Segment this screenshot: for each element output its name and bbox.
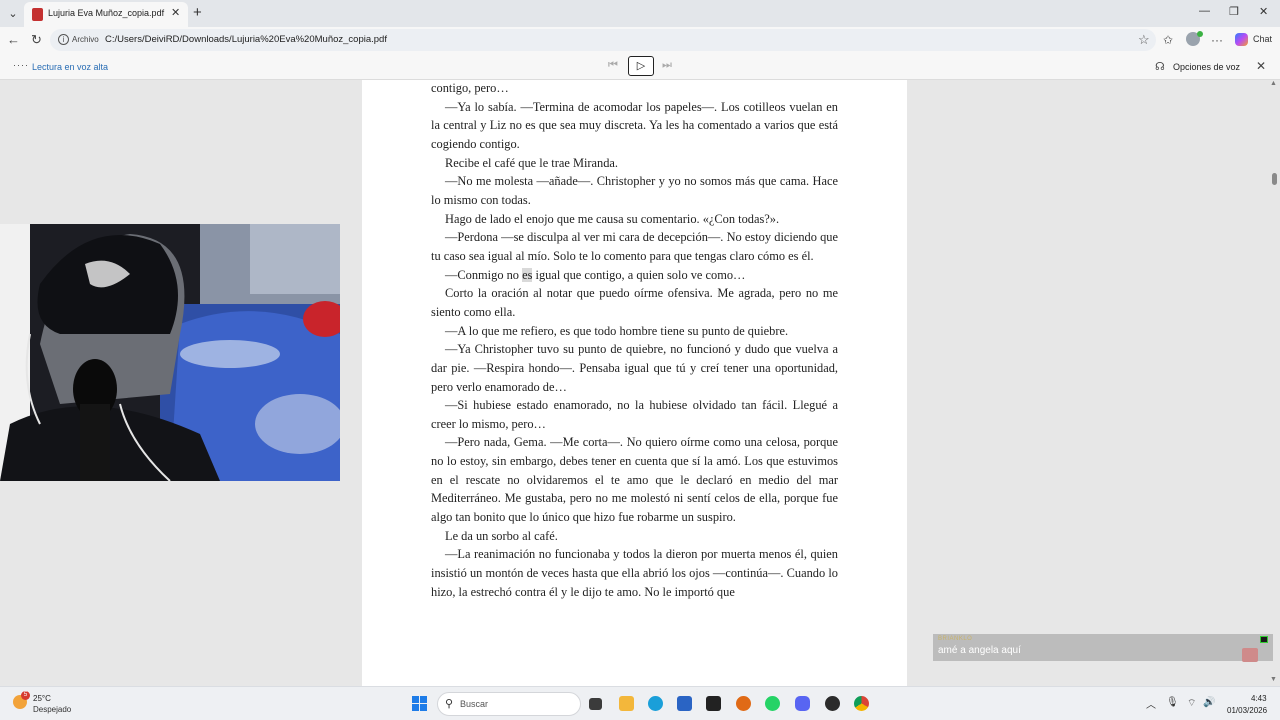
- scrollbar-thumb[interactable]: [1272, 173, 1277, 185]
- new-tab-plus-icon[interactable]: +: [193, 4, 202, 21]
- paragraph: Hago de lado el enojo que me causa su co…: [445, 211, 780, 226]
- weather-temperature[interactable]: 25°C: [33, 694, 51, 703]
- window-close-icon[interactable]: ✕: [1259, 5, 1268, 18]
- more-menu-icon[interactable]: ···: [1211, 33, 1223, 47]
- copilot-icon[interactable]: [1235, 33, 1248, 46]
- paragraph: contigo, pero…: [431, 81, 509, 95]
- paragraph: —A lo que me refiero, es que todo hombre…: [445, 323, 789, 338]
- paragraph: Corto la oración al notar que puedo oírm…: [431, 286, 838, 319]
- file-explorer-icon[interactable]: [619, 696, 634, 711]
- refresh-icon[interactable]: ↻: [31, 32, 42, 48]
- webcam-image: [0, 224, 340, 481]
- edge-icon[interactable]: [648, 696, 663, 711]
- voice-options-button[interactable]: Opciones de voz: [1173, 62, 1240, 72]
- profile-status-dot: [1197, 31, 1203, 37]
- store-icon[interactable]: [677, 696, 692, 711]
- play-button[interactable]: ▷: [628, 56, 654, 76]
- taskbar-search[interactable]: ⚲ Buscar: [437, 692, 581, 716]
- scheme-label: Archivo: [72, 35, 99, 44]
- clock-date[interactable]: 01/03/2026: [1227, 706, 1267, 715]
- minimize-icon[interactable]: —: [1199, 5, 1210, 17]
- paragraph: Recibe el café que le trae Miranda.: [445, 155, 619, 170]
- chat-username: BRIANKLO: [938, 636, 973, 642]
- voice-options-icon[interactable]: ☊: [1155, 60, 1165, 73]
- pdf-page: contigo, pero… —Ya lo sabía. —Termina de…: [362, 80, 907, 686]
- browser-tab[interactable]: Lujuria Eva Muñoz_copia.pdf ✕: [24, 2, 188, 27]
- favorite-star-icon[interactable]: ☆: [1138, 32, 1150, 48]
- clock-time[interactable]: 4:43: [1251, 694, 1267, 703]
- microphone-icon[interactable]: 🎙: [1166, 697, 1179, 708]
- search-icon: ⚲: [445, 698, 454, 710]
- restore-icon[interactable]: ❐: [1229, 5, 1239, 18]
- paragraph: —Perdona —se disculpa al ver mi cara de …: [431, 230, 838, 263]
- paragraph: —Si hubiese estado enamorado, no la hubi…: [431, 398, 838, 431]
- read-aloud-menu-icon[interactable]: ····: [13, 60, 29, 70]
- scroll-down-arrow-icon[interactable]: ▼: [1270, 676, 1277, 683]
- tray-overflow-chevron-icon[interactable]: ︿: [1146, 696, 1156, 711]
- text-after-highlight: igual que contigo, a quien solo ve como…: [532, 267, 746, 282]
- read-aloud-bar: ···· Lectura en voz alta ⏮ ▷ ⏭ ☊ Opcione…: [0, 53, 1280, 80]
- tab-actions-chevron-icon[interactable]: ⌄: [4, 5, 22, 23]
- next-paragraph-icon[interactable]: ⏭: [662, 59, 672, 72]
- volume-icon[interactable]: 🔊: [1203, 697, 1215, 708]
- pdf-icon: [32, 8, 43, 21]
- favorites-icon[interactable]: ✩: [1163, 33, 1173, 47]
- paragraph: —Pero nada, Gema. —Me corta—. No quiero …: [431, 435, 838, 525]
- weather-description[interactable]: Despejado: [33, 705, 71, 714]
- chat-badge-icon: [1260, 636, 1268, 643]
- scroll-up-arrow-icon[interactable]: ▲: [1270, 80, 1277, 87]
- chat-message: amé a angela aquí: [938, 645, 1021, 656]
- wifi-icon[interactable]: ⌔: [1187, 697, 1196, 710]
- task-view-icon[interactable]: [589, 698, 602, 710]
- address-toolbar: ← ↻ i Archivo C:/Users/DeiviRD/Downloads…: [0, 27, 1280, 53]
- windows-taskbar: 5 25°C Despejado ⚲ Buscar ︿ 🎙 ⌔ 🔊 4:43 0…: [0, 686, 1280, 720]
- discord-icon[interactable]: [795, 696, 810, 711]
- paragraph: —La reanimación no funcionaba y todos la…: [431, 547, 838, 599]
- tab-title: Lujuria Eva Muñoz_copia.pdf: [48, 8, 165, 18]
- paragraph: —Ya Christopher tuvo su punto de quiebre…: [431, 342, 838, 394]
- paragraph: —No me molesta —añade—. Christopher y yo…: [431, 174, 838, 207]
- paragraph: —Ya lo sabía. —Termina de acomodar los p…: [431, 99, 838, 151]
- weather-notification-badge: 5: [21, 691, 30, 700]
- text-before-highlight: —Conmigo no: [445, 267, 523, 282]
- webcam-overlay: [0, 224, 340, 481]
- paragraph: Le da un sorbo al café.: [445, 528, 558, 543]
- info-icon[interactable]: i: [58, 34, 69, 45]
- page-text: contigo, pero… —Ya lo sabía. —Termina de…: [431, 79, 838, 601]
- capcut-icon[interactable]: [706, 696, 721, 711]
- chat-button[interactable]: Chat: [1253, 34, 1272, 44]
- tab-close-icon[interactable]: ✕: [171, 6, 180, 19]
- chrome-icon[interactable]: [854, 696, 869, 711]
- read-aloud-close-icon[interactable]: ✕: [1256, 59, 1266, 73]
- windows-start-icon[interactable]: [412, 696, 427, 711]
- url-text[interactable]: C:/Users/DeiviRD/Downloads/Lujuria%20Eva…: [105, 34, 387, 45]
- brave-icon[interactable]: [736, 696, 751, 711]
- paragraph-highlighted: —Conmigo no es igual que contigo, a quie…: [431, 266, 838, 285]
- whatsapp-icon[interactable]: [765, 696, 780, 711]
- read-aloud-highlighted-word: es: [522, 267, 533, 282]
- stream-chat-overlay: BRIANKLO amé a angela aquí: [933, 634, 1273, 662]
- read-aloud-title: Lectura en voz alta: [32, 62, 109, 72]
- back-arrow-icon[interactable]: ←: [7, 32, 20, 47]
- chat-user-avatar: [1242, 648, 1258, 662]
- tab-strip: ⌄ Lujuria Eva Muñoz_copia.pdf ✕ + — ❐ ✕: [0, 0, 1280, 27]
- vertical-scrollbar[interactable]: ▲ ▼: [1268, 80, 1280, 686]
- search-placeholder: Buscar: [460, 699, 489, 709]
- address-bar[interactable]: i Archivo C:/Users/DeiviRD/Downloads/Luj…: [50, 29, 1156, 51]
- obs-icon[interactable]: [825, 696, 840, 711]
- previous-paragraph-icon[interactable]: ⏮: [608, 59, 618, 72]
